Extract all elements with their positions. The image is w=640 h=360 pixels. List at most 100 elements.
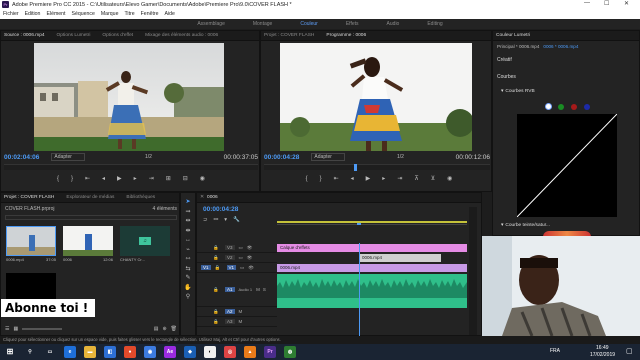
track-name[interactable]: V1 [226, 265, 237, 270]
menu-aide[interactable]: Aide [165, 11, 175, 17]
go-to-in-icon[interactable]: ⇤ [334, 175, 339, 182]
tab-project[interactable]: Projet : COVER FLASH [264, 33, 314, 38]
source-timecode[interactable]: 00:02:04:06 [4, 154, 39, 161]
windows-start-icon[interactable]: ⊞ [4, 346, 16, 358]
close-button[interactable]: ✕ [624, 0, 629, 7]
program-video[interactable] [280, 43, 472, 151]
sync-icon[interactable]: ▭ [240, 265, 244, 271]
linked-selection-icon[interactable]: ⚯ [214, 217, 219, 223]
project-search-input[interactable] [5, 215, 177, 220]
mute-button[interactable]: M [256, 287, 260, 292]
tab-lumetri-color[interactable]: Couleur Lumetri [496, 33, 530, 38]
tab-media-browser[interactable]: Explorateur de médias [66, 195, 114, 200]
add-marker-icon[interactable]: ▾ [224, 217, 227, 223]
workspace-editing[interactable]: Editing [427, 21, 442, 27]
list-view-icon[interactable]: ☰ [5, 326, 9, 332]
track-name[interactable]: A2 [225, 309, 235, 314]
mark-out-icon[interactable]: } [320, 176, 322, 182]
track-name[interactable]: A3 [225, 319, 235, 324]
tab-lumetri-options[interactable]: Options Lumetri [57, 33, 91, 38]
eye-icon[interactable]: 👁 [247, 255, 253, 261]
razor-tool-icon[interactable]: ⌁ [184, 246, 192, 254]
premiere-taskbar-icon[interactable]: Pr [264, 346, 276, 358]
subsection-hue-sat[interactable]: ▾ Courbe teinte/satur... [501, 223, 550, 228]
language-indicator[interactable]: FRA [550, 348, 560, 354]
export-frame-icon[interactable]: ◉ [200, 175, 205, 182]
timeline-timecode[interactable]: 00:00:04:28 [203, 206, 238, 213]
track-name[interactable]: V2 [225, 255, 235, 260]
menu-edition[interactable]: Edition [25, 11, 41, 17]
program-playhead[interactable] [354, 164, 357, 171]
section-courbes[interactable]: Courbes [497, 74, 516, 80]
app-icon[interactable]: ◉ [144, 346, 156, 358]
extract-icon[interactable]: ⊻ [431, 175, 435, 182]
icon-view-icon[interactable]: ▦ [13, 326, 18, 332]
lock-icon[interactable]: 🔒 [213, 287, 221, 293]
lock-icon[interactable]: 🔒 [213, 245, 221, 251]
thumbnail-size-slider[interactable] [22, 328, 63, 330]
menu-fenetre[interactable]: Fenêtre [141, 11, 159, 17]
overwrite-icon[interactable]: ⊟ [183, 175, 188, 182]
maximize-button[interactable]: ☐ [604, 0, 609, 7]
after-effects-icon[interactable]: Ae [164, 346, 176, 358]
new-bin-icon[interactable]: ▤ [154, 326, 159, 332]
step-back-icon[interactable]: ◂ [102, 175, 105, 182]
app-icon[interactable]: ◆ [184, 346, 196, 358]
insert-icon[interactable]: ⊞ [166, 175, 171, 182]
hand-tool-icon[interactable]: ✋ [184, 284, 192, 292]
rolling-edit-tool-icon[interactable]: ⇼ [184, 227, 192, 235]
channel-green-button[interactable] [558, 103, 564, 110]
project-item-thumb[interactable]: ♫ [120, 226, 170, 256]
minimize-button[interactable]: — [584, 0, 590, 6]
menu-titre[interactable]: Titre [124, 11, 134, 17]
store-icon[interactable]: ◧ [104, 346, 116, 358]
clock-date[interactable]: 17/02/2019 [590, 352, 615, 358]
app-icon[interactable]: ◍ [284, 346, 296, 358]
workspace-audio[interactable]: Audio [387, 21, 400, 27]
search-icon[interactable]: ⚲ [24, 346, 36, 358]
export-frame-icon[interactable]: ◉ [447, 175, 452, 182]
section-creatif[interactable]: Créatif [497, 57, 512, 63]
lumetri-seq-clip[interactable]: 0006 * 0006.mp4 [543, 44, 578, 49]
clip-adjustment-layer[interactable]: Calque d'effets [277, 244, 467, 252]
snap-icon[interactable]: ⊃ [203, 217, 208, 223]
source-fit-select[interactable]: Adapter [51, 153, 85, 161]
solo-button[interactable]: S [263, 287, 266, 292]
clip-audio-a1[interactable] [277, 274, 467, 308]
step-forward-icon[interactable]: ▸ [134, 175, 137, 182]
workspace-couleur[interactable]: Couleur [300, 21, 318, 27]
close-icon[interactable]: ✕ [200, 195, 204, 200]
go-to-in-icon[interactable]: ⇤ [85, 175, 90, 182]
lift-icon[interactable]: ⊼ [414, 175, 418, 182]
mute-button[interactable]: M [239, 319, 243, 324]
workspace-assemblage[interactable]: Assemblage [197, 21, 225, 27]
menu-sequence[interactable]: Séquence [71, 11, 94, 17]
go-to-out-icon[interactable]: ⇥ [149, 175, 154, 182]
source-video[interactable] [34, 43, 224, 151]
sync-icon[interactable]: ▭ [239, 245, 243, 251]
lumetri-master-clip[interactable]: Principal * 0006.mp4 [497, 44, 539, 49]
track-name[interactable]: V3 [225, 245, 235, 250]
project-item[interactable]: CHANTY Cr... [120, 257, 170, 262]
project-item-thumb[interactable] [6, 226, 56, 256]
project-item-thumb[interactable] [6, 273, 56, 301]
track-select-tool-icon[interactable]: ⇛ [184, 208, 192, 216]
subsection-courbes-rvb[interactable]: ▾ Courbes RVB [501, 89, 535, 94]
program-timecode[interactable]: 00:00:04:28 [264, 154, 299, 161]
eye-icon[interactable]: 👁 [247, 245, 253, 251]
step-back-icon[interactable]: ◂ [351, 175, 354, 182]
sync-icon[interactable]: ▭ [239, 255, 243, 261]
lock-icon[interactable]: 🔒 [215, 265, 223, 271]
vlc-icon[interactable]: ▲ [244, 346, 256, 358]
trash-icon[interactable]: 🗑 [171, 326, 177, 332]
channel-blue-button[interactable] [584, 103, 590, 110]
notifications-icon[interactable]: ▢ [626, 347, 633, 355]
slide-tool-icon[interactable]: ⇆ [184, 265, 192, 273]
file-explorer-icon[interactable]: ▬ [84, 346, 96, 358]
slip-tool-icon[interactable]: ⇿ [184, 255, 192, 263]
task-view-icon[interactable]: ▭ [44, 346, 56, 358]
lock-icon[interactable]: 🔒 [213, 255, 221, 261]
edge-icon[interactable]: e [64, 346, 76, 358]
menu-element[interactable]: Elément [46, 11, 65, 17]
source-patch-v1[interactable]: V1 [201, 265, 211, 270]
